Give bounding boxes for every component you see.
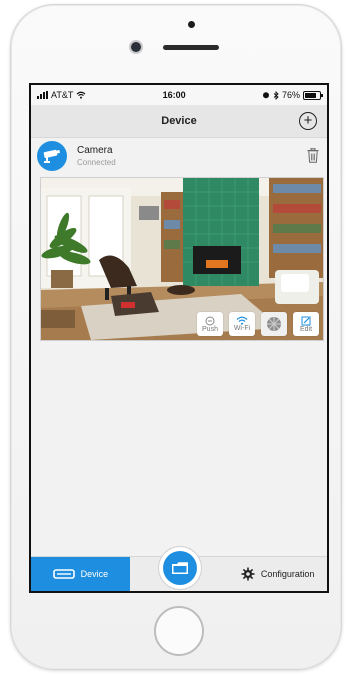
tab-device[interactable]: Device — [31, 557, 130, 591]
front-camera — [131, 42, 141, 52]
device-tab-icon — [52, 569, 75, 579]
clock: 16:00 — [162, 90, 186, 100]
edit-icon — [301, 316, 311, 325]
proximity-sensor — [188, 21, 195, 28]
gear-icon — [241, 567, 255, 581]
battery-percent: 76% — [281, 90, 300, 100]
home-button[interactable] — [154, 606, 204, 656]
carrier-label: AT&T — [51, 90, 74, 100]
device-name: Camera — [77, 145, 113, 156]
bottom-tab-bar: Device Configuration — [31, 547, 327, 591]
device-status: Connected — [77, 158, 116, 167]
settings-wheel-button[interactable] — [261, 312, 287, 336]
battery-icon — [302, 90, 323, 100]
wifi-label: Wi-Fi — [233, 325, 251, 332]
camera-preview[interactable]: Push Wi-Fi Edit — [40, 177, 324, 341]
push-label: Push — [202, 325, 218, 333]
page-title: Device — [161, 115, 197, 127]
trash-icon[interactable] — [307, 148, 319, 163]
navigation-bar: Device + — [31, 105, 327, 138]
device-list-item[interactable]: Camera Connected — [31, 138, 327, 174]
plus-icon: + — [303, 111, 313, 129]
wifi-icon — [76, 91, 86, 99]
settings-wheel-icon — [267, 317, 281, 331]
status-bar: AT&T 16:00 76% — [31, 85, 327, 105]
add-device-button[interactable]: + — [299, 112, 317, 130]
bluetooth-icon — [273, 90, 279, 100]
preview-actions: Push Wi-Fi Edit — [197, 312, 319, 336]
tab-configuration[interactable]: Configuration — [228, 557, 327, 591]
folder-icon — [172, 562, 188, 574]
edit-button[interactable]: Edit — [293, 312, 319, 336]
push-button[interactable]: Push — [197, 312, 223, 336]
media-folder-button[interactable] — [159, 547, 201, 589]
tab-device-label: Device — [80, 569, 109, 579]
app-screen: AT&T 16:00 76% Device + Camera Connected… — [29, 83, 329, 593]
push-notification-icon — [205, 316, 215, 325]
earpiece-speaker — [163, 45, 219, 50]
tab-configuration-label: Configuration — [260, 569, 315, 579]
wifi-button[interactable]: Wi-Fi — [229, 312, 255, 336]
wifi-settings-icon — [236, 316, 248, 325]
security-camera-icon — [37, 141, 67, 171]
edit-label: Edit — [299, 325, 313, 333]
signal-icon — [37, 91, 48, 99]
alarm-icon — [262, 92, 269, 99]
